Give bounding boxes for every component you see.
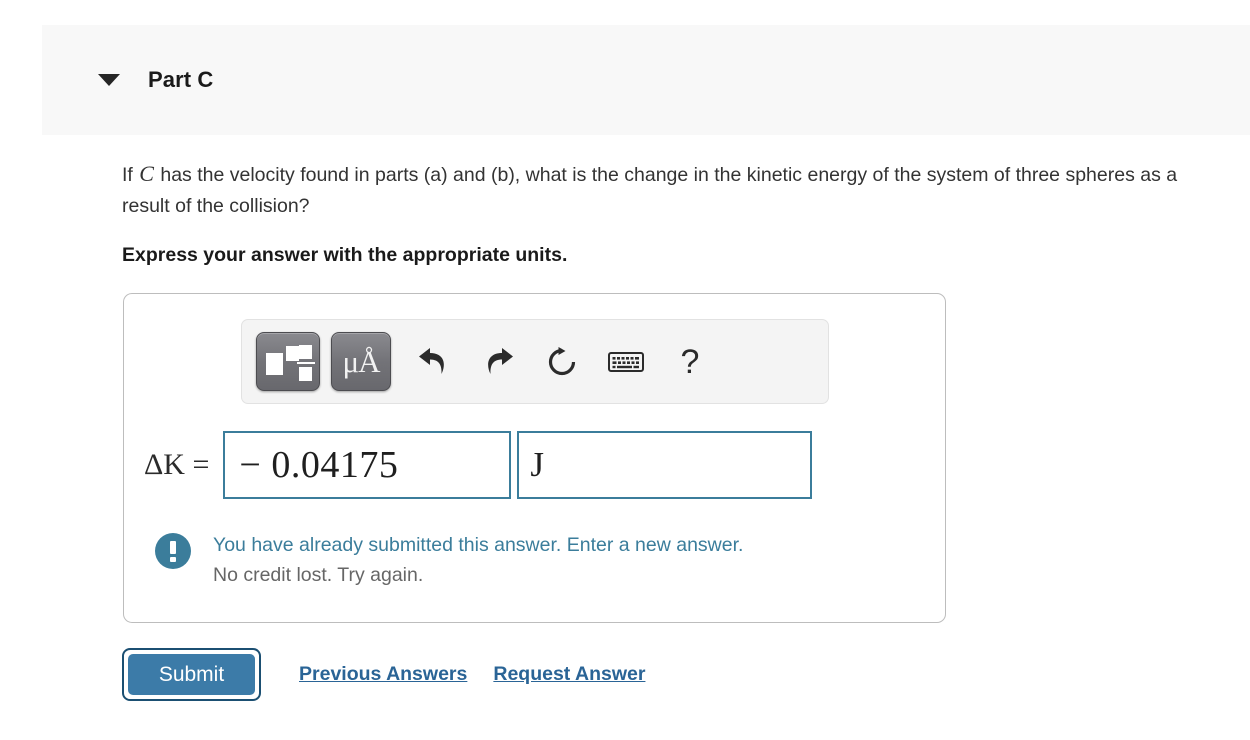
reset-button[interactable] — [530, 334, 594, 390]
feedback-message: You have already submitted this answer. … — [155, 530, 915, 590]
help-button[interactable]: ? — [658, 334, 722, 390]
part-header: Part C — [42, 25, 1250, 135]
answer-instruction: Express your answer with the appropriate… — [122, 244, 568, 266]
keyboard-button[interactable] — [594, 334, 658, 390]
answer-container: μÅ ? ΔK = − 0.04175 J You have already s… — [123, 293, 946, 623]
question-text-before: If — [122, 164, 139, 186]
exclamation-circle-icon — [155, 533, 191, 569]
submit-button-label: Submit — [128, 654, 255, 695]
units-button[interactable]: μÅ — [331, 332, 391, 391]
answer-input-row: ΔK = − 0.04175 J — [144, 431, 813, 499]
action-row: Submit Previous Answers Request Answer — [122, 648, 645, 701]
question-text: If C has the velocity found in parts (a)… — [122, 158, 1194, 222]
undo-arrow-icon — [417, 347, 451, 377]
previous-answers-link[interactable]: Previous Answers — [299, 663, 467, 686]
keyboard-icon — [608, 350, 644, 374]
answer-value-input[interactable]: − 0.04175 — [223, 431, 512, 499]
feedback-secondary-line: No credit lost. Try again. — [213, 564, 424, 586]
math-template-icon — [266, 342, 315, 382]
question-variable: C — [139, 161, 154, 186]
request-answer-link[interactable]: Request Answer — [493, 663, 645, 686]
question-text-after: has the velocity found in parts (a) and … — [122, 164, 1178, 217]
feedback-primary-line: You have already submitted this answer. … — [213, 534, 744, 556]
submit-button[interactable]: Submit — [122, 648, 261, 701]
redo-button[interactable] — [466, 334, 530, 390]
reset-circular-arrow-icon — [546, 346, 578, 378]
part-title: Part C — [148, 67, 214, 92]
micro-angstrom-icon: μÅ — [342, 344, 380, 379]
question-body: If C has the velocity found in parts (a)… — [122, 158, 1212, 267]
math-templates-button[interactable] — [256, 332, 320, 391]
caret-down-icon — [98, 74, 120, 86]
answer-toolbar: μÅ ? — [241, 319, 829, 404]
part-collapse-toggle[interactable] — [90, 74, 128, 86]
redo-arrow-icon — [481, 347, 515, 377]
feedback-text: You have already submitted this answer. … — [213, 530, 743, 590]
question-mark-icon: ? — [680, 342, 700, 381]
answer-variable-label: ΔK = — [144, 448, 210, 481]
undo-button[interactable] — [402, 334, 466, 390]
answer-units-input[interactable]: J — [517, 431, 813, 499]
